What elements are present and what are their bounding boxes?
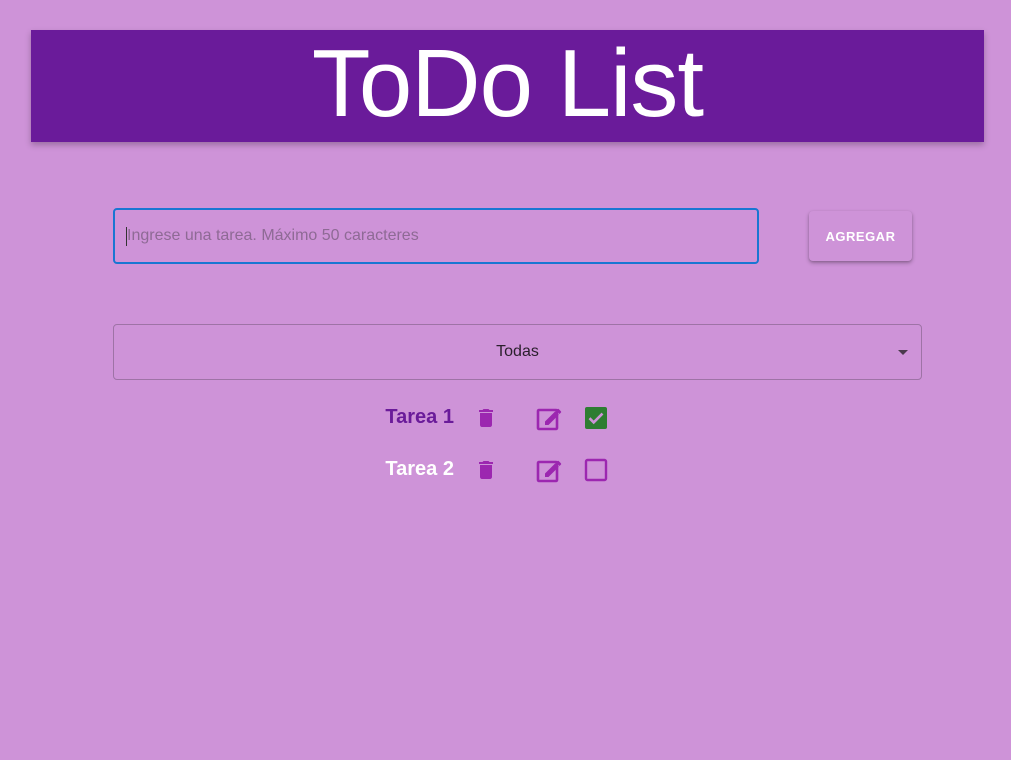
task-label: Tarea 2 bbox=[385, 458, 454, 480]
edit-task-button[interactable] bbox=[530, 450, 570, 490]
trash-icon bbox=[479, 409, 493, 427]
task-label: Tarea 1 bbox=[385, 406, 454, 428]
edit-icon bbox=[536, 408, 562, 431]
edit-icon bbox=[536, 460, 562, 483]
trash-icon bbox=[479, 461, 493, 479]
task-checkbox[interactable] bbox=[576, 398, 616, 438]
task-checkbox[interactable] bbox=[576, 450, 616, 490]
app-header: ToDo List bbox=[31, 30, 984, 142]
checkbox-checked-icon bbox=[585, 407, 607, 429]
chevron-down-icon bbox=[898, 350, 908, 355]
checkbox-unchecked-icon bbox=[584, 458, 608, 482]
delete-task-button[interactable] bbox=[466, 398, 506, 438]
task-input[interactable] bbox=[113, 208, 759, 264]
filter-selected-value: Todas bbox=[496, 343, 539, 360]
edit-task-button[interactable] bbox=[530, 398, 570, 438]
delete-task-button[interactable] bbox=[466, 450, 506, 490]
text-cursor bbox=[126, 227, 127, 246]
page-title: ToDo List bbox=[311, 30, 704, 137]
filter-select[interactable]: Todas bbox=[113, 324, 922, 380]
add-task-button[interactable]: AGREGAR bbox=[809, 211, 912, 261]
task-row: Tarea 1 bbox=[0, 398, 1011, 438]
task-row: Tarea 2 bbox=[0, 450, 1011, 490]
